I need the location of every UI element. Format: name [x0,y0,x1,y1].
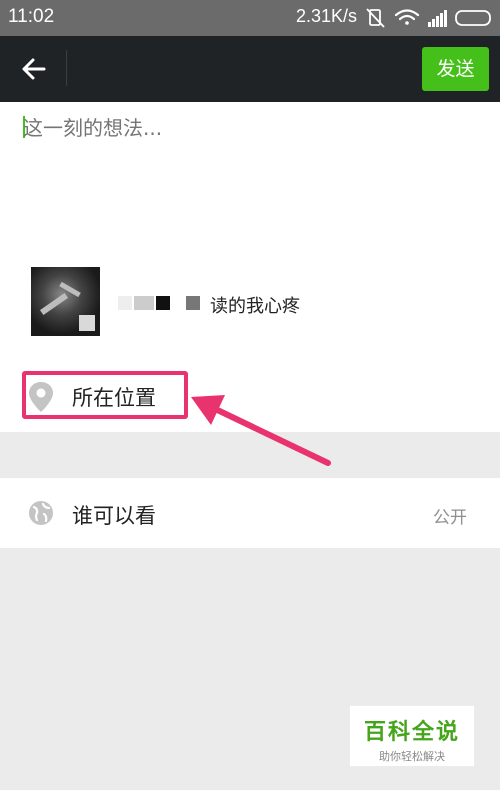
watermark-logo: 百科全说 助你轻松解决 [350,706,474,766]
location-highlight-box[interactable] [22,371,188,419]
battery-icon [455,10,491,26]
send-button[interactable]: 发送 [422,47,489,91]
action-divider [66,50,67,86]
signal-icon [428,10,447,27]
action-bar: 发送 [0,36,500,102]
wifi-icon [394,9,420,25]
status-bar: 11:02 2.31K/s [0,0,500,36]
visibility-value[interactable]: 公开 [433,503,467,528]
status-icons [366,8,491,28]
watermark-title: 百科全说 [363,720,460,745]
watermark-subtitle: 助你轻松解决 [379,750,445,763]
visibility-label[interactable]: 谁可以看 [72,500,156,530]
globe-icon [29,501,53,525]
vibrate-off-icon [366,8,385,28]
network-speed: 2.31K/s [296,6,358,26]
attached-photo[interactable] [31,267,100,336]
post-text-input[interactable] [23,112,473,144]
back-arrow-icon[interactable] [14,48,56,90]
annotation-arrow [191,395,331,466]
post-caption: 读的我心疼 [210,296,300,317]
status-time: 11:02 [8,6,55,27]
